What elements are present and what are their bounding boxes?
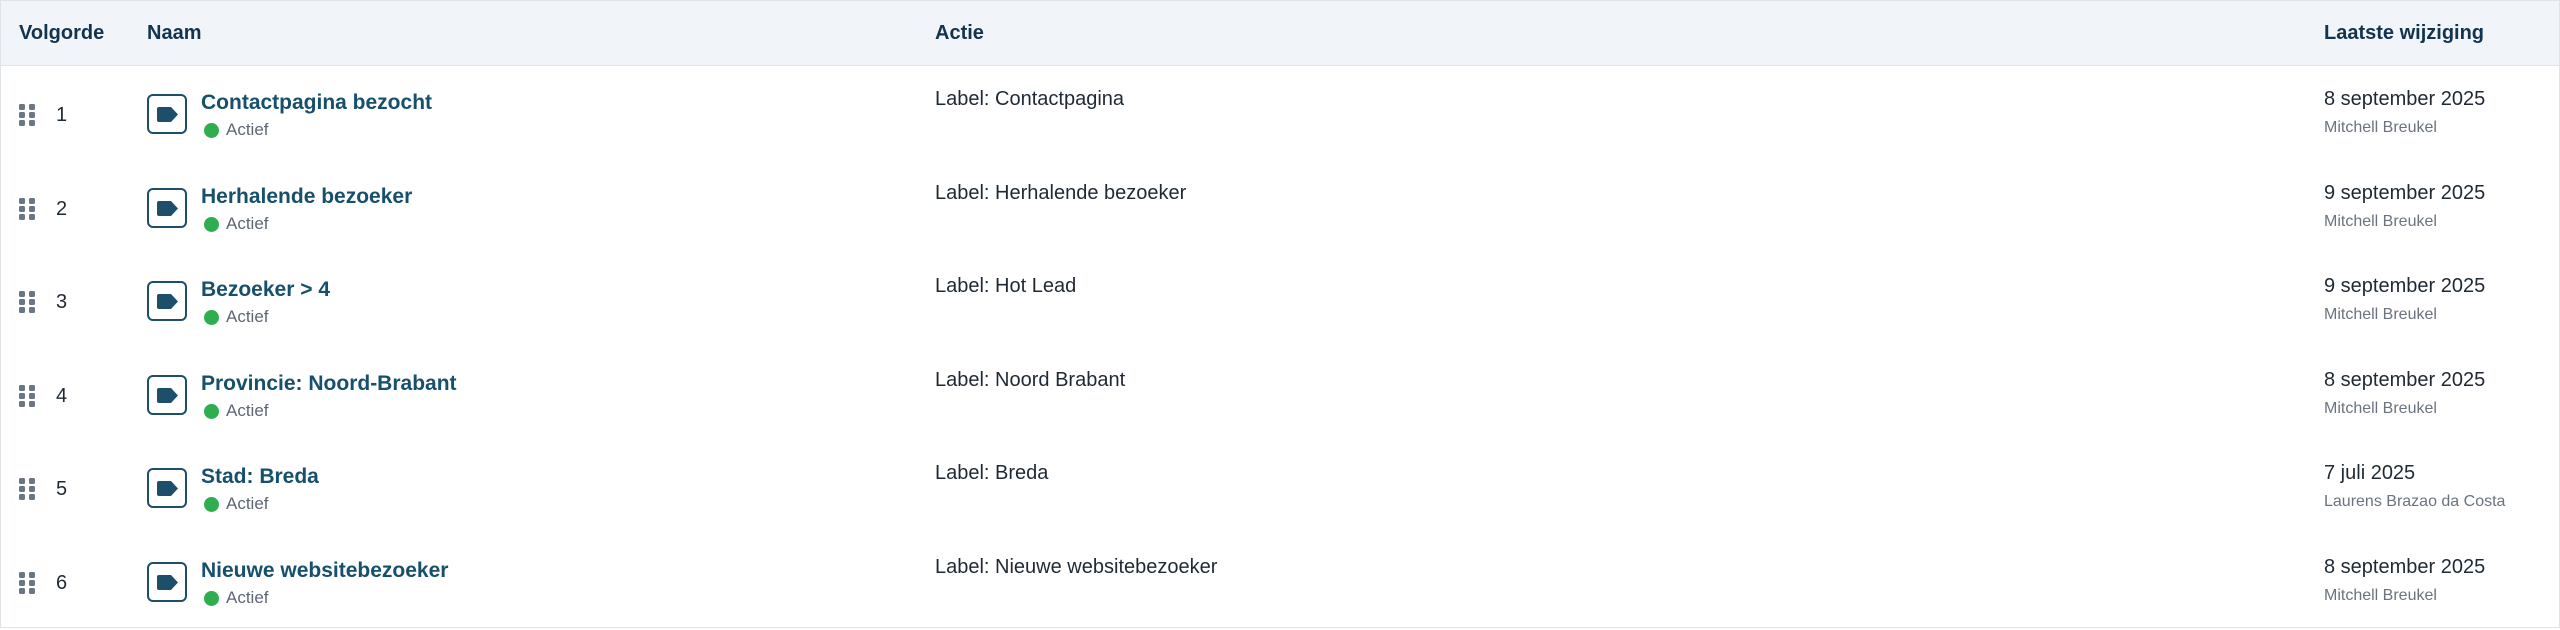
status-label: Actief (226, 400, 269, 420)
table-row[interactable]: 6 Nieuwe websitebezoeker Actief Label: N… (1, 533, 2559, 627)
rule-name-link[interactable]: Bezoeker > 4 (201, 278, 330, 302)
row-order-number: 4 (56, 384, 68, 407)
row-order-number: 1 (56, 104, 68, 126)
tag-icon (147, 187, 187, 228)
rules-table: Volgorde Naam Actie Laatste wijziging 1 … (0, 0, 2560, 628)
last-modified-user: Mitchell Breukel (2324, 212, 2437, 230)
last-modified-user: Mitchell Breukel (2324, 399, 2437, 417)
table-row[interactable]: 5 Stad: Breda Actief Label: Breda 7 juli… (1, 440, 2559, 534)
status-label: Actief (226, 587, 269, 607)
column-header-order[interactable]: Volgorde (19, 1, 104, 65)
drag-handle-icon[interactable] (19, 197, 36, 220)
last-modified-date: 8 september 2025 (2324, 88, 2486, 110)
tag-icon (147, 468, 187, 508)
table-row[interactable]: 4 Provincie: Noord-Brabant Actief Label:… (1, 346, 2559, 440)
status-dot-icon (204, 403, 219, 419)
drag-handle-icon[interactable] (19, 384, 36, 407)
rule-name-link[interactable]: Provincie: Noord-Brabant (201, 372, 457, 396)
last-modified-date: 9 september 2025 (2324, 181, 2486, 204)
table-row[interactable]: 2 Herhalende bezoeker Actief Label: Herh… (1, 159, 2559, 253)
tag-icon (147, 281, 187, 321)
status-label: Actief (226, 307, 269, 326)
tag-icon (147, 94, 187, 134)
rule-action: Label: Herhalende bezoeker (935, 181, 1187, 204)
status-dot-icon (204, 590, 219, 606)
rule-name-link[interactable]: Stad: Breda (201, 465, 319, 489)
drag-handle-icon[interactable] (19, 478, 36, 500)
table-row[interactable]: 3 Bezoeker > 4 Actief Label: Hot Lead 9 … (1, 253, 2559, 347)
last-modified-user: Mitchell Breukel (2324, 306, 2437, 323)
tag-icon (147, 561, 187, 602)
tag-icon (147, 374, 187, 415)
status-label: Actief (226, 213, 269, 233)
last-modified-user: Laurens Brazao da Costa (2324, 493, 2506, 510)
drag-handle-icon[interactable] (19, 571, 36, 594)
rule-action: Label: Nieuwe websitebezoeker (935, 555, 1218, 578)
row-order-number: 2 (56, 197, 68, 220)
rule-action: Label: Contactpagina (935, 88, 1125, 110)
drag-handle-icon[interactable] (19, 104, 36, 126)
rule-name-link[interactable]: Contactpagina bezocht (201, 91, 432, 115)
status-label: Actief (226, 120, 269, 139)
rule-action: Label: Noord Brabant (935, 368, 1126, 391)
column-header-last-modified[interactable]: Laatste wijziging (2324, 1, 2484, 65)
last-modified-date: 9 september 2025 (2324, 275, 2486, 297)
status-dot-icon (204, 123, 219, 138)
rule-name-link[interactable]: Herhalende bezoeker (201, 185, 412, 209)
status-dot-icon (204, 216, 219, 232)
status-dot-icon (204, 497, 219, 512)
column-header-name[interactable]: Naam (147, 1, 201, 65)
last-modified-date: 8 september 2025 (2324, 368, 2486, 391)
row-order-number: 5 (56, 478, 68, 500)
rule-action: Label: Breda (935, 462, 1049, 484)
column-header-action[interactable]: Actie (935, 1, 984, 65)
table-body: 1 Contactpagina bezocht Actief Label: Co… (1, 66, 2559, 627)
rule-action: Label: Hot Lead (935, 275, 1077, 297)
status-dot-icon (204, 310, 219, 325)
table-header: Volgorde Naam Actie Laatste wijziging (1, 1, 2559, 66)
last-modified-user: Mitchell Breukel (2324, 586, 2437, 604)
rule-name-link[interactable]: Nieuwe websitebezoeker (201, 559, 448, 583)
row-order-number: 6 (56, 571, 68, 594)
row-order-number: 3 (56, 291, 68, 313)
table-row[interactable]: 1 Contactpagina bezocht Actief Label: Co… (1, 66, 2559, 160)
last-modified-user: Mitchell Breukel (2324, 119, 2437, 136)
drag-handle-icon[interactable] (19, 291, 36, 313)
last-modified-date: 7 juli 2025 (2324, 462, 2416, 484)
status-label: Actief (226, 494, 269, 513)
last-modified-date: 8 september 2025 (2324, 555, 2486, 578)
